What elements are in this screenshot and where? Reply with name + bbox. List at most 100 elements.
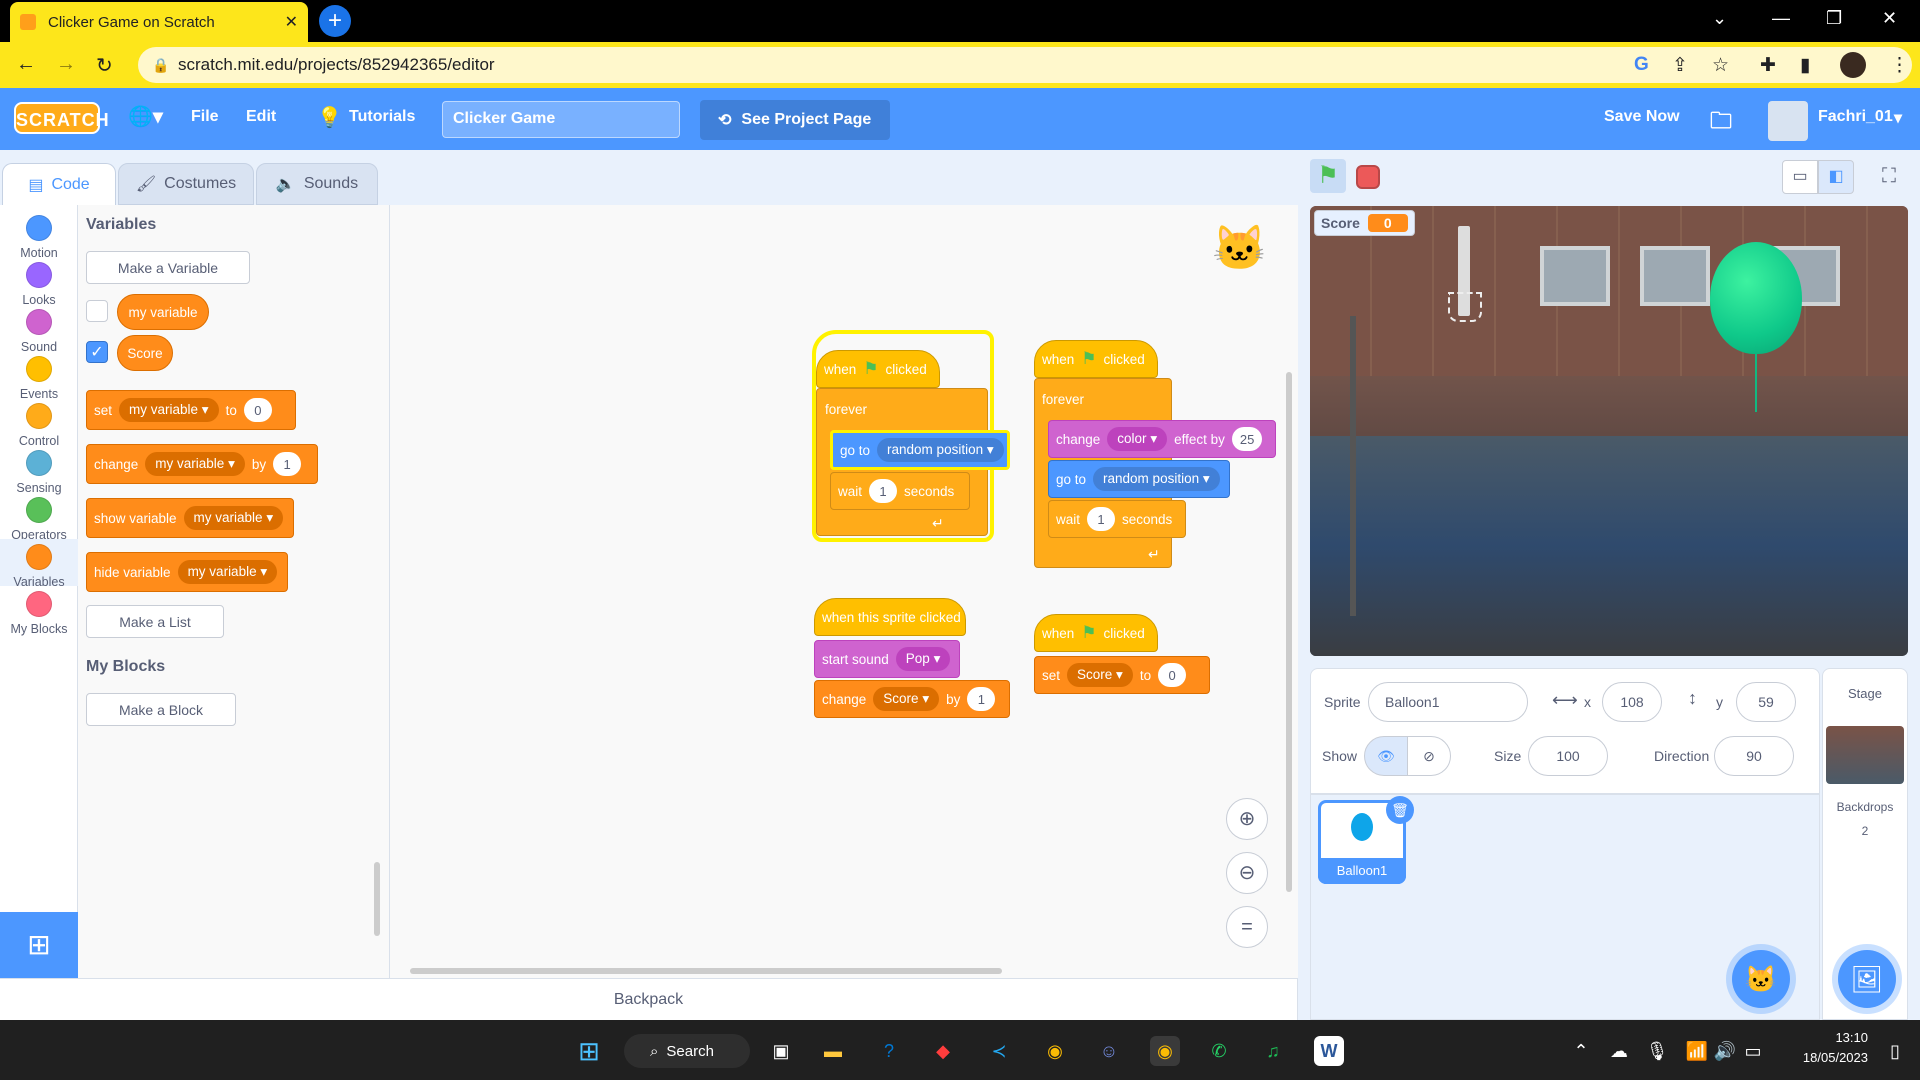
variable-dropdown[interactable]: my variable ▾	[177, 560, 278, 584]
volume-icon[interactable]: 🔊	[1710, 1036, 1740, 1066]
taskbar-search[interactable]: ⌕ Search	[624, 1034, 750, 1068]
choose-sprite-button[interactable]: 🐱	[1732, 950, 1790, 1008]
discord-icon[interactable]: ☺	[1094, 1036, 1124, 1066]
score-checkbox[interactable]: ✓	[86, 341, 108, 363]
stage-canvas[interactable]: Score 0	[1310, 206, 1908, 656]
more-menu-icon[interactable]: ⋮	[1890, 54, 1909, 77]
value-input[interactable]: 1	[967, 687, 996, 711]
back-icon[interactable]: ←	[16, 53, 36, 76]
small-stage-icon[interactable]: ▭	[1782, 160, 1818, 194]
when-sprite-clicked-block[interactable]: when this sprite clicked	[814, 598, 966, 636]
wait-input[interactable]: 1	[1087, 507, 1116, 531]
zoom-reset-icon[interactable]: =	[1226, 906, 1268, 948]
value-input[interactable]: 0	[243, 398, 272, 422]
size-input[interactable]: 100	[1528, 736, 1608, 776]
browser-tab[interactable]: Clicker Game on Scratch ✕	[10, 2, 308, 42]
tutorials-lightbulb-icon[interactable]: 💡	[317, 105, 342, 130]
vscode-icon[interactable]: ≺	[984, 1036, 1014, 1066]
help-icon[interactable]: ?	[874, 1036, 904, 1066]
chevron-down-icon[interactable]: ⌄	[1712, 8, 1727, 29]
tab-sounds[interactable]: 🔈 Sounds	[256, 163, 378, 205]
my-variable-checkbox[interactable]	[86, 300, 108, 322]
wait-block[interactable]: wait 1 seconds	[830, 472, 970, 510]
set-score-block[interactable]: set Score ▾ to 0	[1034, 656, 1210, 694]
my-stuff-folder-icon[interactable]: 🗀	[1710, 104, 1732, 142]
windows-start-icon[interactable]: ⊞	[574, 1036, 604, 1066]
side-panel-icon[interactable]: ▮	[1800, 54, 1810, 77]
category-my-blocks[interactable]: My Blocks	[0, 586, 78, 636]
start-sound-block[interactable]: start sound Pop ▾	[814, 640, 960, 678]
profile-avatar[interactable]	[1840, 52, 1866, 78]
large-stage-icon[interactable]: ◧	[1818, 160, 1854, 194]
category-variables[interactable]: Variables	[0, 539, 78, 589]
sprite-name-input[interactable]: Balloon1	[1368, 682, 1528, 722]
palette-scrollbar[interactable]	[374, 862, 380, 936]
add-extension-button[interactable]: ⊞	[0, 912, 78, 978]
chrome-active-icon[interactable]: ◉	[1150, 1036, 1180, 1066]
workspace-vertical-scrollbar[interactable]	[1286, 372, 1292, 892]
change-effect-block[interactable]: change color ▾ effect by 25	[1048, 420, 1276, 458]
backpack-bar[interactable]: Backpack	[0, 978, 1298, 1020]
score-reporter[interactable]: Score	[117, 335, 173, 371]
tab-costumes[interactable]: 🖌 Costumes	[118, 163, 254, 205]
hide-variable-block[interactable]: hide variable my variable ▾	[86, 552, 288, 592]
go-to-block[interactable]: go to random position ▾	[830, 430, 1010, 470]
file-explorer-icon[interactable]: ▬	[818, 1036, 848, 1066]
reload-icon[interactable]: ↻	[96, 53, 113, 78]
spotify-icon[interactable]: ♫	[1258, 1036, 1288, 1066]
bookmark-star-icon[interactable]: ☆	[1712, 54, 1729, 77]
fullscreen-icon[interactable]: ⛶	[1872, 160, 1906, 194]
hide-eye-icon[interactable]: ⊘	[1407, 736, 1451, 776]
sound-dropdown[interactable]: Pop ▾	[895, 647, 951, 671]
category-looks[interactable]: Looks	[0, 257, 78, 307]
category-motion[interactable]: Motion	[0, 210, 78, 260]
go-to-block[interactable]: go to random position ▾	[1048, 460, 1230, 498]
variable-dropdown[interactable]: my variable ▾	[145, 452, 245, 476]
show-eye-icon[interactable]: 👁	[1364, 736, 1408, 776]
google-icon[interactable]: G	[1634, 54, 1649, 76]
position-dropdown[interactable]: random position ▾	[877, 438, 1004, 462]
zoom-in-icon[interactable]: ⊕	[1226, 798, 1268, 840]
clock-time[interactable]: 13:10	[1804, 1030, 1868, 1045]
tray-chevron-up-icon[interactable]: ⌃	[1566, 1036, 1596, 1066]
position-dropdown[interactable]: random position ▾	[1093, 467, 1220, 491]
category-operators[interactable]: Operators	[0, 492, 78, 542]
minimize-icon[interactable]: —	[1772, 8, 1790, 29]
clock-date[interactable]: 18/05/2023	[1784, 1050, 1868, 1065]
variable-dropdown[interactable]: my variable ▾	[119, 398, 219, 422]
user-avatar[interactable]	[1768, 101, 1808, 141]
my-variable-reporter[interactable]: my variable	[117, 294, 209, 330]
category-control[interactable]: Control	[0, 398, 78, 448]
word-icon[interactable]: W	[1314, 1036, 1344, 1066]
category-events[interactable]: Events	[0, 351, 78, 401]
x-input[interactable]: 108	[1602, 682, 1662, 722]
when-flag-clicked-block[interactable]: when ⚑ clicked	[1034, 614, 1158, 652]
variable-dropdown[interactable]: my variable ▾	[183, 506, 284, 530]
value-input[interactable]: 1	[273, 452, 302, 476]
forward-icon[interactable]: →	[56, 53, 76, 76]
language-globe-icon[interactable]: 🌐▾	[128, 104, 163, 129]
close-window-icon[interactable]: ✕	[1882, 8, 1897, 29]
battery-icon[interactable]: ▭	[1738, 1036, 1768, 1066]
when-flag-clicked-block[interactable]: when ⚑ clicked	[1034, 340, 1158, 378]
see-project-page-button[interactable]: ⟲ See Project Page	[700, 100, 890, 140]
effect-dropdown[interactable]: color ▾	[1107, 427, 1168, 451]
direction-input[interactable]: 90	[1714, 736, 1794, 776]
choose-backdrop-button[interactable]: 🖼	[1838, 950, 1896, 1008]
stop-icon[interactable]	[1356, 165, 1380, 189]
scratch-logo[interactable]: SCRATCH	[14, 102, 109, 134]
edit-menu[interactable]: Edit	[246, 108, 276, 126]
change-variable-block[interactable]: change my variable ▾ by 1	[86, 444, 318, 484]
balloon-sprite[interactable]	[1710, 242, 1802, 354]
notification-icon[interactable]: ▯	[1880, 1036, 1910, 1066]
y-input[interactable]: 59	[1736, 682, 1796, 722]
project-title-input[interactable]: Clicker Game	[442, 101, 680, 138]
tab-code[interactable]: ▤ Code	[2, 163, 116, 205]
effect-input[interactable]: 25	[1231, 427, 1263, 451]
username-menu[interactable]: Fachri_01	[1818, 108, 1893, 126]
make-list-button[interactable]: Make a List	[86, 605, 224, 638]
app-diamond-icon[interactable]: ◆	[928, 1036, 958, 1066]
delete-sprite-icon[interactable]: 🗑	[1386, 796, 1414, 824]
whatsapp-icon[interactable]: ✆	[1204, 1036, 1234, 1066]
chrome-icon[interactable]: ◉	[1040, 1036, 1070, 1066]
